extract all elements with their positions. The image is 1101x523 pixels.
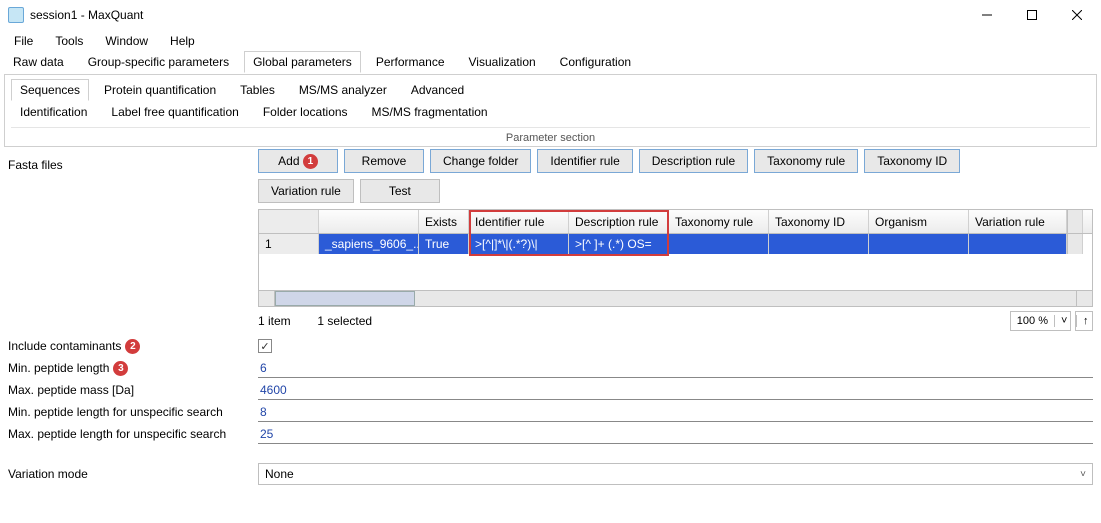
tab-performance[interactable]: Performance xyxy=(367,51,454,73)
cell-identifier-rule: >[^|]*\|(.*?)\| xyxy=(469,234,569,254)
subtab-protein-quant[interactable]: Protein quantification xyxy=(95,79,225,101)
window-title: session1 - MaxQuant xyxy=(30,8,143,22)
label-include-contaminants: Include contaminants xyxy=(8,339,121,353)
description-rule-button[interactable]: Description rule xyxy=(639,149,748,173)
col-exists[interactable]: Exists xyxy=(419,210,469,233)
app-icon xyxy=(8,7,24,23)
status-selected-count: 1 selected xyxy=(317,314,372,328)
variation-rule-button[interactable]: Variation rule xyxy=(258,179,354,203)
subtab-sequences[interactable]: Sequences xyxy=(11,79,89,101)
zoom-control[interactable]: 100 % ˅ xyxy=(1010,311,1071,331)
label-min-peptide-length: Min. peptide length xyxy=(8,361,109,375)
taxonomy-id-button[interactable]: Taxonomy ID xyxy=(864,149,960,173)
marker-1: 1 xyxy=(303,154,318,169)
main-tabs: Raw data Group-specific parameters Globa… xyxy=(0,52,1101,74)
zoom-value: 100 % xyxy=(1011,315,1054,327)
include-contaminants-checkbox[interactable]: ✓ xyxy=(258,339,272,353)
tab-group-specific[interactable]: Group-specific parameters xyxy=(79,51,238,73)
remove-button[interactable]: Remove xyxy=(344,149,424,173)
chevron-down-icon[interactable]: ˅ xyxy=(1054,315,1070,327)
variation-mode-value: None xyxy=(265,467,294,481)
subtab-panel: Sequences Protein quantification Tables … xyxy=(4,74,1097,147)
menubar: File Tools Window Help xyxy=(0,30,1101,52)
subtab-lfq[interactable]: Label free quantification xyxy=(102,101,247,123)
tab-raw-data[interactable]: Raw data xyxy=(4,51,73,73)
menu-window[interactable]: Window xyxy=(103,32,150,50)
subtab-advanced[interactable]: Advanced xyxy=(402,79,473,101)
titlebar: session1 - MaxQuant xyxy=(0,0,1101,30)
add-button-label: Add xyxy=(278,154,299,168)
label-min-unspecific-length: Min. peptide length for unspecific searc… xyxy=(8,405,223,419)
taxonomy-rule-button[interactable]: Taxonomy rule xyxy=(754,149,858,173)
test-button[interactable]: Test xyxy=(360,179,440,203)
min-peptide-length-input[interactable] xyxy=(258,358,1093,378)
zoom-up-button[interactable]: ↑ xyxy=(1075,311,1093,331)
max-peptide-mass-input[interactable] xyxy=(258,380,1093,400)
identifier-rule-button[interactable]: Identifier rule xyxy=(537,149,632,173)
menu-tools[interactable]: Tools xyxy=(53,32,85,50)
subtab-msms-fragmentation[interactable]: MS/MS fragmentation xyxy=(363,101,497,123)
subtab-identification[interactable]: Identification xyxy=(11,101,96,123)
cell-taxonomy-id xyxy=(769,234,869,254)
window-controls xyxy=(964,1,1099,29)
cell-exists: True xyxy=(419,234,469,254)
table-header: Exists Identifier rule Description rule … xyxy=(259,210,1092,234)
parameter-section-label: Parameter section xyxy=(11,127,1090,146)
subtab-msms-analyzer[interactable]: MS/MS analyzer xyxy=(290,79,396,101)
maximize-button[interactable] xyxy=(1009,1,1054,29)
label-fasta-files: Fasta files xyxy=(8,158,63,172)
cell-index: 1 xyxy=(259,234,319,254)
cell-organism xyxy=(869,234,969,254)
table-row[interactable]: 1 _sapiens_9606_... True >[^|]*\|(.*?)\|… xyxy=(259,234,1092,254)
max-unspecific-length-input[interactable] xyxy=(258,424,1093,444)
variation-mode-combobox[interactable]: None ˅ xyxy=(258,463,1093,485)
min-unspecific-length-input[interactable] xyxy=(258,402,1093,422)
col-taxonomy-id[interactable]: Taxonomy ID xyxy=(769,210,869,233)
col-taxonomy-rule[interactable]: Taxonomy rule xyxy=(669,210,769,233)
col-description-rule[interactable]: Description rule xyxy=(569,210,669,233)
label-max-peptide-mass: Max. peptide mass [Da] xyxy=(8,383,134,397)
cell-variation-rule xyxy=(969,234,1067,254)
minimize-button[interactable] xyxy=(964,1,1009,29)
marker-2: 2 xyxy=(125,339,140,354)
arrow-up-icon: ↑ xyxy=(1076,315,1092,327)
subtab-folder-locations[interactable]: Folder locations xyxy=(254,101,357,123)
add-button[interactable]: Add 1 xyxy=(258,149,338,173)
status-item-count: 1 item xyxy=(258,314,291,328)
col-variation-rule[interactable]: Variation rule xyxy=(969,210,1067,233)
label-variation-mode: Variation mode xyxy=(8,467,88,481)
col-organism[interactable]: Organism xyxy=(869,210,969,233)
cell-description-rule: >[^ ]+ (.*) OS= xyxy=(569,234,669,254)
close-button[interactable] xyxy=(1054,1,1099,29)
chevron-down-icon: ˅ xyxy=(1080,469,1086,480)
cell-taxonomy-rule xyxy=(669,234,769,254)
menu-file[interactable]: File xyxy=(12,32,35,50)
subtab-tables[interactable]: Tables xyxy=(231,79,284,101)
tab-visualization[interactable]: Visualization xyxy=(460,51,545,73)
col-identifier-rule[interactable]: Identifier rule xyxy=(469,210,569,233)
marker-3: 3 xyxy=(113,361,128,376)
fasta-table: Exists Identifier rule Description rule … xyxy=(258,209,1093,307)
tab-global-parameters[interactable]: Global parameters xyxy=(244,51,361,73)
cell-file: _sapiens_9606_... xyxy=(319,234,419,254)
change-folder-button[interactable]: Change folder xyxy=(430,149,531,173)
tab-configuration[interactable]: Configuration xyxy=(551,51,640,73)
label-max-unspecific-length: Max. peptide length for unspecific searc… xyxy=(8,427,226,441)
menu-help[interactable]: Help xyxy=(168,32,197,50)
table-horizontal-scrollbar[interactable] xyxy=(259,290,1092,306)
